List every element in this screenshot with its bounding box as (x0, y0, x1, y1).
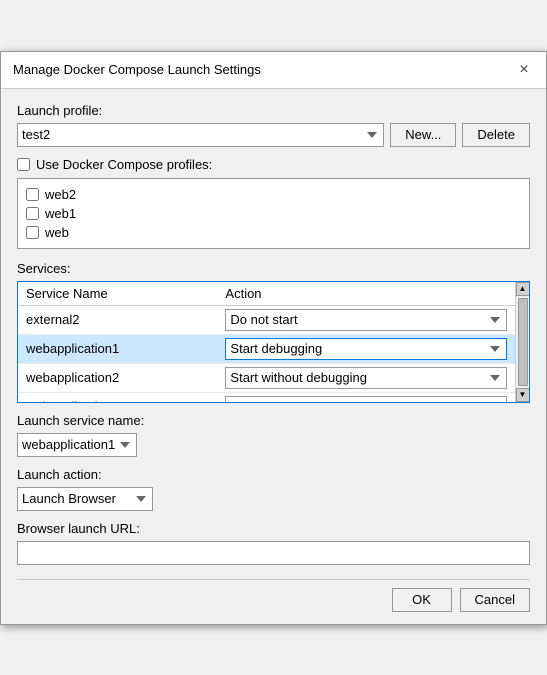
table-row: webapplication3 Do not start Start debug… (18, 392, 515, 402)
action-cell-webapplication1: Do not start Start debugging Start witho… (217, 334, 515, 363)
close-button[interactable]: × (514, 60, 534, 80)
use-docker-profiles-checkbox[interactable] (17, 158, 30, 171)
table-scroll-wrapper: Service Name Action external2 Do not s (18, 282, 529, 402)
cancel-button[interactable]: Cancel (460, 588, 530, 612)
action-select-webapplication3[interactable]: Do not start Start debugging Start witho… (225, 396, 507, 402)
dialog-content: Launch profile: test2 New... Delete Use … (1, 89, 546, 624)
launch-action-label: Launch action: (17, 467, 530, 482)
table-scroll-inner: Service Name Action external2 Do not s (18, 282, 515, 402)
launch-service-select[interactable]: webapplication1 webapplication2 webappli… (17, 433, 137, 457)
launch-service-label: Launch service name: (17, 413, 530, 428)
scrollbar-thumb[interactable] (518, 298, 528, 386)
profile-web2-checkbox[interactable] (26, 188, 39, 201)
title-bar: Manage Docker Compose Launch Settings × (1, 52, 546, 89)
profile-web-checkbox[interactable] (26, 226, 39, 239)
action-cell-webapplication3: Do not start Start debugging Start witho… (217, 392, 515, 402)
profile-web-label: web (45, 225, 69, 240)
scrollbar-down-button[interactable]: ▼ (516, 388, 530, 402)
action-cell-external2: Do not start Start debugging Start witho… (217, 305, 515, 334)
table-row: external2 Do not start Start debugging S… (18, 305, 515, 334)
service-name-webapplication2: webapplication2 (18, 363, 217, 392)
browser-url-input[interactable]: {Scheme}://localhost:{ServicePort} (17, 541, 530, 565)
col-action: Action (217, 282, 515, 306)
services-section: Services: Service Name Action (17, 261, 530, 403)
profile-item-web2: web2 (26, 185, 521, 204)
launch-profile-label: Launch profile: (17, 103, 530, 118)
action-cell-webapplication2: Do not start Start debugging Start witho… (217, 363, 515, 392)
launch-action-select[interactable]: Launch Browser None Launch executable (17, 487, 153, 511)
profile-web1-label: web1 (45, 206, 76, 221)
profile-web1-checkbox[interactable] (26, 207, 39, 220)
profile-item-web1: web1 (26, 204, 521, 223)
launch-profile-select[interactable]: test2 (17, 123, 384, 147)
service-name-external2: external2 (18, 305, 217, 334)
use-docker-profiles-row: Use Docker Compose profiles: (17, 157, 530, 172)
services-label: Services: (17, 261, 530, 276)
services-table-wrapper: Service Name Action external2 Do not s (17, 281, 530, 403)
dialog-title: Manage Docker Compose Launch Settings (13, 62, 261, 77)
bottom-buttons: OK Cancel (17, 579, 530, 612)
delete-button[interactable]: Delete (462, 123, 530, 147)
action-select-webapplication1[interactable]: Do not start Start debugging Start witho… (225, 338, 507, 360)
action-select-webapplication2[interactable]: Do not start Start debugging Start witho… (225, 367, 507, 389)
scrollbar-track: ▲ ▼ (515, 282, 529, 402)
use-docker-profiles-label: Use Docker Compose profiles: (36, 157, 212, 172)
profile-web2-label: web2 (45, 187, 76, 202)
ok-button[interactable]: OK (392, 588, 452, 612)
scrollbar-up-button[interactable]: ▲ (516, 282, 530, 296)
col-service-name: Service Name (18, 282, 217, 306)
service-name-webapplication1: webapplication1 (18, 334, 217, 363)
services-table: Service Name Action external2 Do not s (18, 282, 515, 402)
new-button[interactable]: New... (390, 123, 456, 147)
dialog: Manage Docker Compose Launch Settings × … (0, 51, 547, 625)
profiles-box: web2 web1 web (17, 178, 530, 249)
service-name-webapplication3: webapplication3 (18, 392, 217, 402)
profile-item-web: web (26, 223, 521, 242)
action-select-external2[interactable]: Do not start Start debugging Start witho… (225, 309, 507, 331)
launch-profile-row: test2 New... Delete (17, 123, 530, 147)
table-row: webapplication2 Do not start Start debug… (18, 363, 515, 392)
table-row: webapplication1 Do not start Start debug… (18, 334, 515, 363)
browser-url-label: Browser launch URL: (17, 521, 530, 536)
